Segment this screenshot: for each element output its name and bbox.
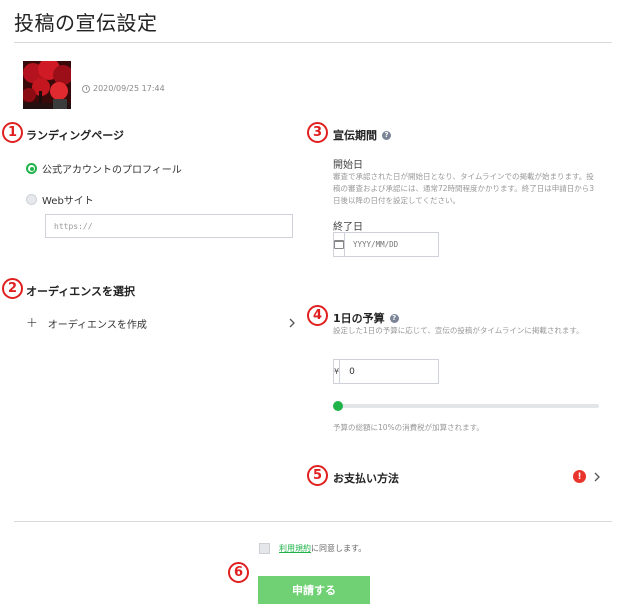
payment-heading: お支払い方法 — [333, 472, 399, 485]
marker-4: 4 — [307, 305, 328, 326]
calendar-button[interactable] — [334, 233, 345, 256]
budget-slider[interactable] — [333, 401, 599, 411]
submit-button[interactable]: 申請する — [258, 576, 370, 604]
audience-heading-text: オーディエンスを選択 — [26, 285, 136, 298]
budget-field[interactable]: ¥ — [333, 359, 470, 384]
create-audience-label: オーディエンスを作成 — [47, 319, 147, 331]
budget-heading: 1日の予算 ? — [333, 310, 399, 326]
budget-slider-thumb[interactable] — [333, 401, 343, 411]
page-title: 投稿の宣伝設定 — [14, 11, 158, 35]
post-date: 2020/09/25 17:44 — [82, 84, 165, 93]
terms-checkbox[interactable] — [259, 543, 270, 554]
plus-icon: + — [26, 315, 38, 331]
budget-input[interactable] — [340, 360, 470, 383]
post-date-text: 2020/09/25 17:44 — [93, 84, 165, 93]
clock-icon — [82, 84, 90, 93]
landing-heading: ランディングページ — [26, 127, 124, 143]
end-date-input[interactable] — [345, 233, 458, 256]
chevron-right-icon — [594, 472, 600, 482]
marker-3: 3 — [307, 122, 328, 143]
landing-heading-text: ランディングページ — [26, 129, 125, 142]
marker-5: 5 — [307, 465, 328, 486]
end-date-label: 終了日 — [333, 222, 363, 233]
terms-suffix: に同意します。 — [311, 544, 367, 553]
end-date-picker[interactable] — [333, 232, 458, 257]
marker-1: 1 — [2, 122, 23, 143]
marker-2: 2 — [2, 278, 23, 299]
tax-note: 予算の総額に10%の消費税が加算されます。 — [333, 423, 484, 432]
radio-website-indicator[interactable] — [26, 194, 37, 205]
post-thumbnail — [23, 61, 71, 109]
terms-link[interactable]: 利用規約 — [279, 544, 311, 553]
period-heading-text: 宣伝期間 — [333, 129, 377, 142]
budget-heading-text: 1日の予算 — [333, 312, 385, 325]
radio-profile-label: 公式アカウントのプロフィール — [42, 165, 182, 176]
chevron-right-icon — [289, 318, 295, 328]
marker-6: 6 — [228, 562, 249, 583]
budget-description: 設定した1日の予算に応じて、宣伝の投稿がタイムラインに掲載されます。 — [333, 326, 584, 335]
start-date-description: 審査で承認された日が開始日となり、タイムラインでの掲載が始まります。投稿の審査お… — [333, 172, 595, 205]
radio-profile-indicator[interactable] — [26, 163, 37, 174]
terms-text: 利用規約に同意します。 — [279, 543, 366, 554]
footer-divider — [14, 521, 612, 522]
audience-heading: オーディエンスを選択 — [26, 283, 135, 299]
create-audience-button[interactable]: + オーディエンスを作成 — [26, 315, 296, 331]
alert-icon: ! — [573, 470, 586, 483]
info-icon[interactable]: ? — [389, 313, 399, 323]
calendar-icon — [334, 240, 344, 249]
period-heading: 宣伝期間 ? — [333, 127, 391, 143]
radio-website[interactable]: Webサイト — [26, 192, 94, 207]
radio-website-label: Webサイト — [42, 196, 94, 207]
info-icon[interactable]: ? — [382, 130, 391, 140]
start-date-label: 開始日 — [333, 160, 363, 171]
payment-method-row[interactable]: お支払い方法 ! — [333, 470, 603, 485]
header-divider — [14, 42, 612, 43]
terms-agreement[interactable]: 利用規約に同意します。 — [259, 543, 366, 554]
website-url-input[interactable] — [45, 214, 293, 238]
radio-profile[interactable]: 公式アカウントのプロフィール — [26, 161, 182, 176]
